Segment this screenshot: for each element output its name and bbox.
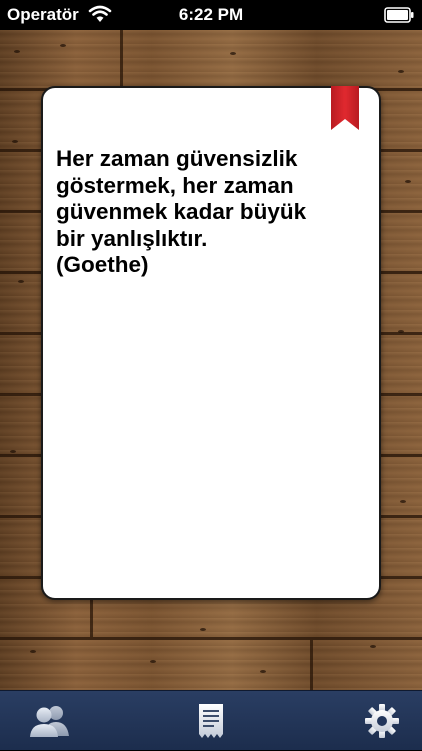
bookmark-icon[interactable]	[331, 86, 359, 130]
document-icon	[199, 704, 223, 738]
quote-card[interactable]: Her zaman güvensizlik göstermek, her zam…	[41, 86, 381, 600]
people-icon	[30, 706, 69, 737]
tab-authors[interactable]	[10, 691, 90, 751]
tab-quotes[interactable]	[171, 691, 251, 751]
quote-text: Her zaman güvensizlik göstermek, her zam…	[56, 146, 366, 279]
battery-icon	[384, 7, 414, 23]
tab-settings[interactable]	[342, 691, 422, 751]
status-time: 6:22 PM	[178, 5, 244, 24]
status-bar: Operatör 6:22 PM	[0, 0, 422, 30]
quote-line: göstermek, her zaman	[56, 172, 294, 198]
quote-line: Her zaman güvensizlik	[56, 146, 298, 171]
quote-line: güvenmek kadar büyük	[56, 199, 307, 224]
tab-bar	[0, 690, 422, 750]
quote-line: bir yanlışlıktır.	[56, 225, 208, 251]
gear-icon	[365, 704, 399, 738]
quote-author: (Goethe)	[56, 252, 149, 277]
